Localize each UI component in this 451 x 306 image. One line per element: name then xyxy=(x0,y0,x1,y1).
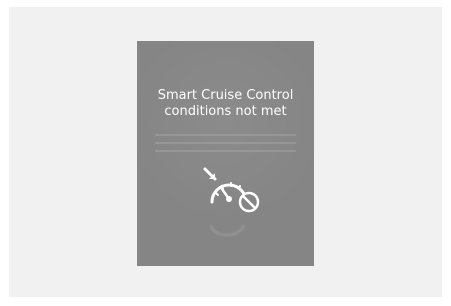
cruise-control-unavailable-icon xyxy=(199,165,269,219)
faded-background-text xyxy=(155,134,296,156)
screenshot-frame: Smart Cruise Control conditions not met xyxy=(9,7,442,297)
warning-message-line-1: Smart Cruise Control xyxy=(157,88,294,103)
warning-message: Smart Cruise Control conditions not met xyxy=(143,88,308,120)
faded-line-2 xyxy=(155,142,296,144)
faded-line-3 xyxy=(155,150,296,152)
warning-panel: Smart Cruise Control conditions not met xyxy=(137,41,314,266)
faded-line-1 xyxy=(155,134,296,136)
warning-message-line-2: conditions not met xyxy=(164,104,287,119)
icon-reflection xyxy=(207,222,247,236)
